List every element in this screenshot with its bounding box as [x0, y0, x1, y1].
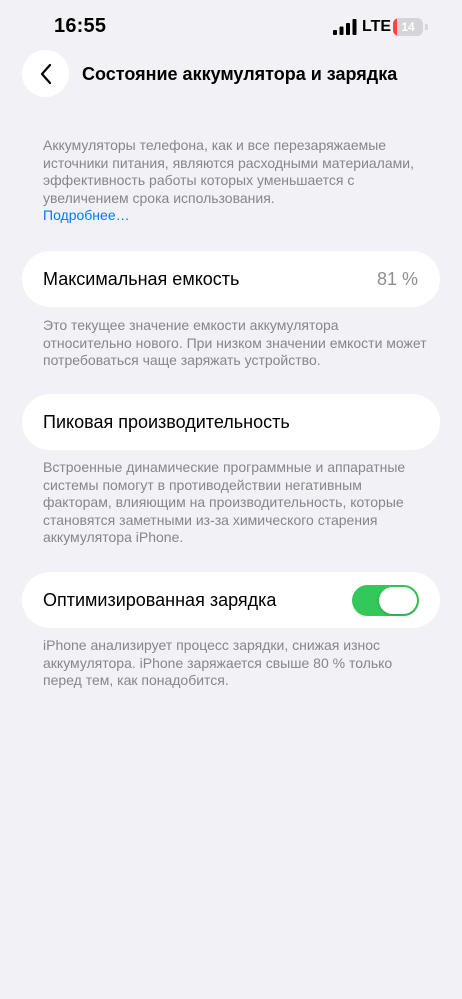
network-type: LTE — [362, 18, 392, 35]
max-capacity-row: Максимальная емкость 81 % — [22, 251, 440, 307]
optimized-charging-row: Оптимизированная зарядка — [22, 572, 440, 628]
intro-text: Аккумуляторы телефона, как и все перезар… — [43, 137, 414, 206]
battery-icon: 14 — [393, 18, 423, 36]
intro-text-block: Аккумуляторы телефона, как и все перезар… — [43, 137, 428, 225]
battery-level: 14 — [401, 20, 415, 34]
back-button[interactable] — [22, 50, 69, 97]
optimized-charging-label: Оптимизированная зарядка — [43, 590, 277, 610]
optimized-charging-toggle[interactable] — [352, 585, 419, 616]
cellular-signal-icon — [333, 19, 357, 35]
page-title: Состояние аккумулятора и зарядка — [82, 64, 398, 84]
max-capacity-label: Максимальная емкость — [43, 269, 240, 289]
toggle-knob — [379, 587, 417, 614]
peak-performance-footnote: Встроенные динамические программные и ап… — [43, 459, 406, 545]
peak-performance-row[interactable]: Пиковая производительность — [22, 394, 440, 450]
nav-bar: Состояние аккумулятора и зарядка — [0, 48, 462, 100]
learn-more-link[interactable]: Подробнее… — [43, 207, 130, 223]
battery-cap — [425, 24, 428, 30]
chevron-left-icon — [40, 63, 51, 84]
optimized-charging-footnote: iPhone анализирует процесс зарядки, сниж… — [43, 637, 393, 688]
status-time: 16:55 — [54, 15, 107, 37]
peak-performance-label: Пиковая производительность — [43, 412, 290, 432]
max-capacity-footnote: Это текущее значение емкости аккумулятор… — [43, 317, 427, 368]
max-capacity-value: 81 % — [376, 269, 418, 289]
